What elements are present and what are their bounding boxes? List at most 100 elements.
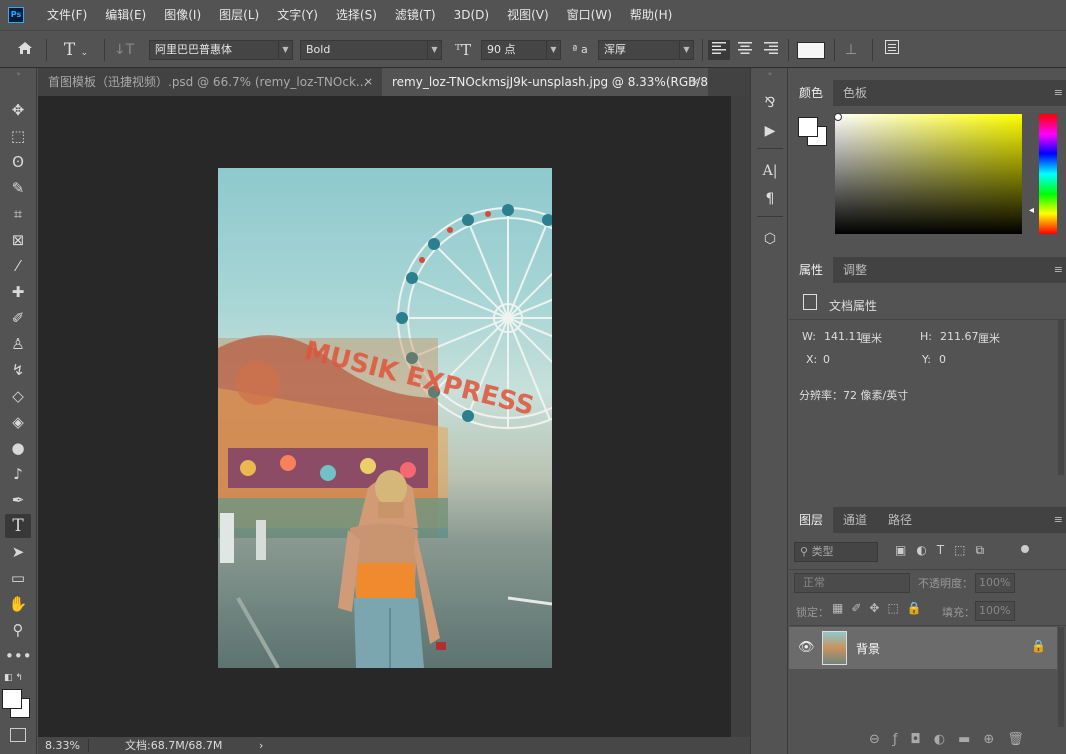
tab-paths[interactable]: 路径	[878, 507, 922, 533]
menu-image[interactable]: 图像(I)	[155, 0, 210, 30]
warp-text-icon[interactable]: ⊥	[840, 40, 862, 60]
fill-value: 100%	[979, 604, 1011, 617]
menu-layer[interactable]: 图层(L)	[210, 0, 268, 30]
marquee-tool-icon[interactable]: ⬚	[5, 124, 31, 148]
width-value[interactable]: 141.11	[824, 330, 863, 343]
status-menu-arrow[interactable]: ›	[259, 737, 263, 754]
foreground-color-swatch[interactable]	[2, 689, 22, 709]
menu-filter[interactable]: 滤镜(T)	[386, 0, 445, 30]
font-size-value: 90 点	[487, 43, 516, 56]
font-style-select[interactable]: Bold ▼	[300, 40, 442, 60]
font-family-select[interactable]: 阿里巴巴普惠体 ▼	[149, 40, 293, 60]
tab-color[interactable]: 颜色	[789, 80, 834, 106]
blend-mode-select[interactable]: 正常	[794, 573, 910, 593]
zoom-level[interactable]: 8.33%	[45, 737, 80, 754]
lock-icons[interactable]: ▦✐✥⬚🔒	[832, 601, 937, 619]
align-right-icon[interactable]	[760, 40, 782, 60]
layer-name[interactable]: 背景	[856, 640, 880, 657]
3d-cube-icon[interactable]: ⬡	[751, 226, 789, 252]
menu-window[interactable]: 窗口(W)	[558, 0, 621, 30]
home-icon[interactable]	[12, 40, 38, 60]
close-icon[interactable]: ×	[364, 68, 373, 96]
rectangle-tool-icon[interactable]: ▭	[5, 566, 31, 590]
zoom-tool-icon[interactable]: ⚲	[5, 618, 31, 642]
lasso-tool-icon[interactable]: ʘ	[5, 150, 31, 174]
brush-tool-icon[interactable]: ✐	[5, 306, 31, 330]
menu-file[interactable]: 文件(F)	[38, 0, 96, 30]
paint-bucket-tool-icon[interactable]: ◈	[5, 410, 31, 434]
actions-play-icon[interactable]: ▶	[751, 118, 789, 144]
tab-properties[interactable]: 属性	[789, 257, 834, 283]
panel-menu-icon[interactable]: ≡	[1054, 263, 1063, 276]
foreground-color-swatch[interactable]	[798, 117, 818, 137]
path-selection-tool-icon[interactable]: ➤	[5, 540, 31, 564]
quick-selection-tool-icon[interactable]: ✎	[5, 176, 31, 200]
menu-3d[interactable]: 3D(D)	[445, 0, 498, 30]
tab-adjustments[interactable]: 调整	[833, 257, 877, 283]
pen-tool-icon[interactable]: ✒	[5, 488, 31, 512]
healing-brush-tool-icon[interactable]: ✚	[5, 280, 31, 304]
toggle-orientation-icon[interactable]: ↓T	[112, 40, 136, 60]
vertical-scrollbar[interactable]	[731, 96, 750, 737]
opacity-input[interactable]: 100%	[975, 573, 1015, 593]
hue-slider[interactable]	[1039, 114, 1057, 234]
history-icon[interactable]: ⅋	[751, 90, 789, 116]
tab-layers[interactable]: 图层	[789, 507, 834, 533]
fill-input[interactable]: 100%	[975, 601, 1015, 621]
tab-swatches[interactable]: 色板	[833, 80, 877, 106]
clone-stamp-tool-icon[interactable]: ♙	[5, 332, 31, 356]
layer-filter-select[interactable]: ⚲ 类型	[794, 542, 878, 562]
fill-label: 填充：	[942, 606, 975, 619]
swap-colors-icon[interactable]: ◧ ↰	[4, 673, 34, 685]
antialias-select[interactable]: 浑厚 ▼	[598, 40, 694, 60]
dock-collapse-icon[interactable]: «	[751, 70, 789, 78]
x-value[interactable]: 0	[823, 353, 830, 366]
layer-actions[interactable]: ⊖ƒ◘◐▬⊕🗑	[869, 732, 1059, 750]
history-brush-tool-icon[interactable]: ↯	[5, 358, 31, 382]
y-value[interactable]: 0	[939, 353, 946, 366]
frame-tool-icon[interactable]: ⊠	[5, 228, 31, 252]
align-center-icon[interactable]	[734, 40, 756, 60]
menu-edit[interactable]: 编辑(E)	[96, 0, 155, 30]
color-field[interactable]	[835, 114, 1022, 234]
eyedropper-tool-icon[interactable]: ⁄	[5, 254, 31, 278]
layer-filter-icons[interactable]: ▣◐T⬚⧉	[895, 543, 1035, 561]
type-tool-icon[interactable]: T	[5, 514, 31, 538]
character-panel-icon[interactable]	[880, 40, 904, 60]
layers-scrollbar[interactable]	[1058, 627, 1064, 727]
blur-tool-icon[interactable]: ●	[5, 436, 31, 460]
font-size-select[interactable]: 90 点 ▼	[481, 40, 561, 60]
tab-channels[interactable]: 通道	[833, 507, 877, 533]
text-color-swatch[interactable]	[797, 42, 825, 59]
layer-row[interactable]: 👁 背景 🔒	[789, 627, 1057, 669]
more-tools-icon[interactable]: •••	[5, 644, 32, 668]
panel-menu-icon[interactable]: ≡	[1054, 86, 1063, 99]
document-image[interactable]: MUSIK EXPRESS	[218, 168, 552, 668]
menu-view[interactable]: 视图(V)	[498, 0, 558, 30]
align-left-icon[interactable]	[708, 40, 730, 60]
move-tool-icon[interactable]: ✥	[5, 98, 31, 122]
crop-tool-icon[interactable]: ⌗	[5, 202, 31, 226]
quick-mask-icon[interactable]	[10, 728, 26, 742]
color-picker-cursor[interactable]	[834, 113, 842, 121]
panel-menu-icon[interactable]: ≡	[1054, 513, 1063, 526]
menu-help[interactable]: 帮助(H)	[621, 0, 681, 30]
close-icon[interactable]: ×	[691, 68, 700, 96]
eraser-tool-icon[interactable]: ◇	[5, 384, 31, 408]
tab-template-psd[interactable]: 首图模板（迅捷视频）.psd @ 66.7% (remy_loz-TNOck..…	[38, 68, 381, 96]
hue-marker[interactable]: ◂	[1029, 205, 1034, 216]
eye-icon[interactable]: 👁	[798, 640, 815, 655]
height-value[interactable]: 211.67	[940, 330, 979, 343]
tab-unsplash-jpg[interactable]: remy_loz-TNOckmsjJ9k-unsplash.jpg @ 8.33…	[382, 68, 708, 96]
dodge-tool-icon[interactable]: ♪	[5, 462, 31, 486]
toolbar-collapse-icon[interactable]: »	[0, 70, 37, 78]
menu-select[interactable]: 选择(S)	[327, 0, 386, 30]
menu-type[interactable]: 文字(Y)	[268, 0, 327, 30]
filter-toggle-icon[interactable]	[1021, 545, 1029, 553]
hand-tool-icon[interactable]: ✋	[5, 592, 31, 616]
lock-icon[interactable]: 🔒	[1031, 639, 1046, 653]
character-icon[interactable]: A|	[751, 158, 789, 184]
type-tool-preset-icon[interactable]: T ⌄	[56, 40, 96, 60]
properties-scrollbar[interactable]	[1058, 320, 1064, 475]
paragraph-icon[interactable]: ¶	[751, 186, 789, 212]
